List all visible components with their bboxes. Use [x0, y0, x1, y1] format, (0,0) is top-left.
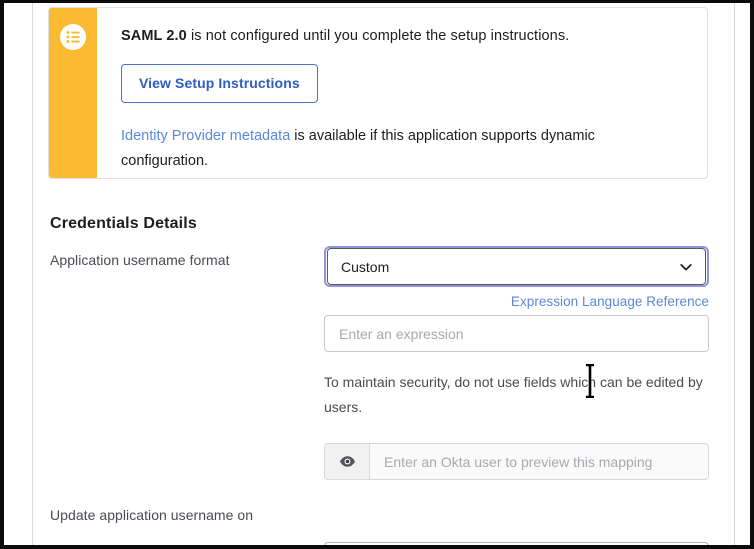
- update-application-username-on-select[interactable]: Create and update: [324, 542, 709, 549]
- settings-page: SAML 2.0 is not configured until you com…: [4, 3, 750, 545]
- expression-input[interactable]: Enter an expression: [324, 315, 709, 352]
- banner-metadata-note: Identity Provider metadata is available …: [121, 124, 621, 174]
- screenshot-frame: SAML 2.0 is not configured until you com…: [0, 0, 754, 549]
- saml-setup-banner: SAML 2.0 is not configured until you com…: [48, 7, 708, 179]
- banner-accent-stripe: [49, 8, 97, 178]
- identity-provider-metadata-link[interactable]: Identity Provider metadata: [121, 128, 290, 144]
- preview-mapping-input[interactable]: Enter an Okta user to preview this mappi…: [324, 443, 709, 480]
- banner-message-product: SAML 2.0: [121, 28, 187, 44]
- banner-message: SAML 2.0 is not configured until you com…: [121, 26, 685, 46]
- preview-mapping-placeholder: Enter an Okta user to preview this mappi…: [370, 444, 708, 479]
- application-username-format-select[interactable]: Custom: [324, 246, 709, 287]
- update-application-username-on-label: Update application username on: [50, 507, 253, 523]
- expression-language-reference-link[interactable]: Expression Language Reference: [324, 294, 709, 309]
- application-username-format-select-inner: Custom: [327, 248, 706, 285]
- list-circle-icon: [59, 23, 87, 51]
- application-username-format-label: Application username format: [50, 252, 230, 268]
- application-username-format-value: Custom: [341, 259, 679, 275]
- chevron-down-icon: [679, 260, 693, 274]
- view-setup-instructions-button[interactable]: View Setup Instructions: [121, 64, 318, 103]
- expression-help-text: To maintain security, do not use fields …: [324, 370, 714, 420]
- banner-content: SAML 2.0 is not configured until you com…: [97, 8, 707, 178]
- expression-input-placeholder: Enter an expression: [339, 326, 464, 342]
- banner-message-rest: is not configured until you complete the…: [187, 28, 570, 44]
- credentials-details-heading: Credentials Details: [50, 215, 197, 233]
- eye-icon[interactable]: [325, 444, 370, 479]
